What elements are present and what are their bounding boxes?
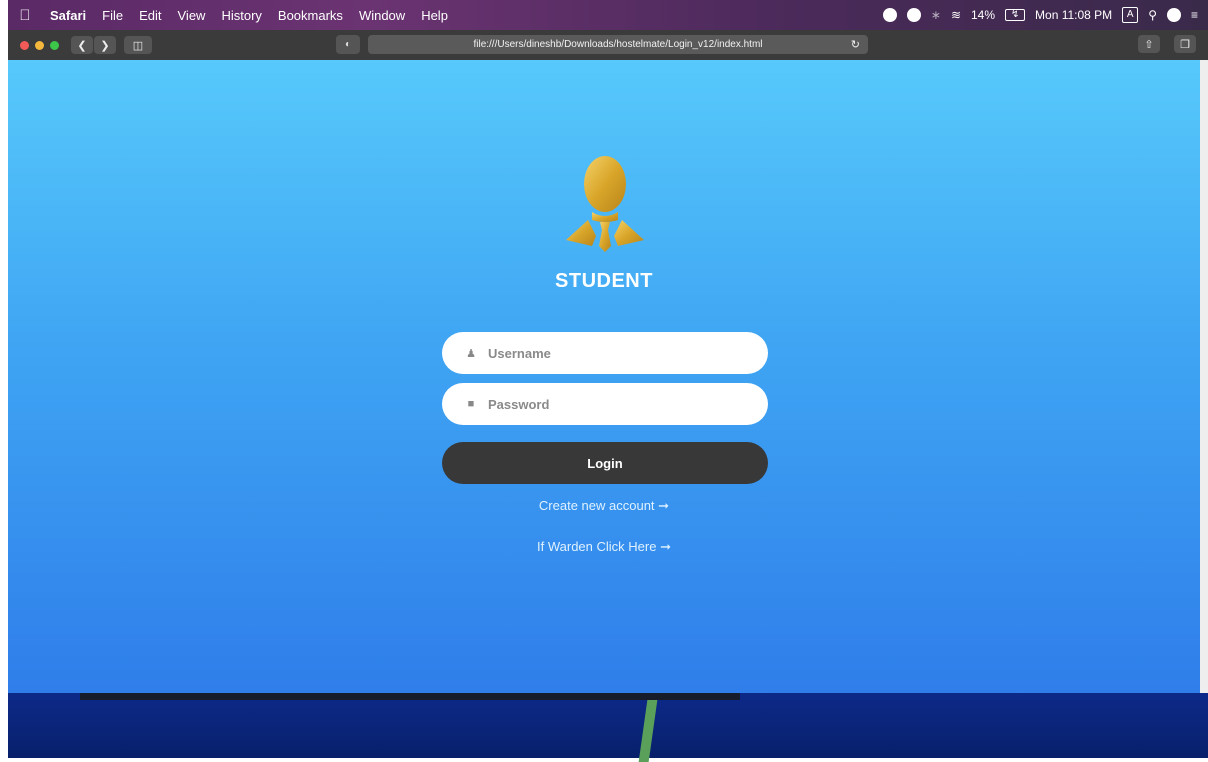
menubar-status-area: ∗ ≋ 14% ↯ Mon 11:08 PM A ⚲ ≡: [882, 7, 1208, 23]
vpn-icon[interactable]: [906, 8, 921, 22]
battery-icon[interactable]: ↯: [1005, 9, 1026, 21]
lock-icon: ■: [467, 398, 475, 410]
notification-center-icon[interactable]: ≡: [1191, 8, 1198, 22]
menu-help[interactable]: Help: [413, 8, 456, 23]
share-icon[interactable]: ⇧: [1138, 35, 1160, 53]
forward-button[interactable]: ❯: [94, 36, 116, 54]
spotlight-search-icon[interactable]: ⚲: [1148, 8, 1157, 22]
reload-icon[interactable]: ↻: [851, 38, 860, 51]
menu-view[interactable]: View: [170, 8, 214, 23]
toolbar-right-actions: ⇧ ❐: [1134, 35, 1196, 53]
battery-percent: 14%: [971, 8, 996, 22]
sidebar-toggle-icon[interactable]: ◫: [124, 36, 152, 54]
user-icon: ♟: [466, 347, 476, 360]
menu-bookmarks[interactable]: Bookmarks: [270, 8, 351, 23]
close-window-button[interactable]: [20, 40, 29, 50]
menu-file[interactable]: File: [94, 8, 131, 23]
wifi-icon[interactable]: ≋: [951, 8, 961, 22]
bluetooth-icon[interactable]: ∗: [931, 8, 941, 22]
creative-cloud-icon[interactable]: [882, 8, 897, 22]
tab-overview-icon[interactable]: ❐: [1174, 35, 1196, 53]
safari-toolbar: ❮ ❯ ◫ ◐ file:///Users/dineshb/Downloads/…: [8, 30, 1208, 60]
back-button[interactable]: ❮: [71, 36, 93, 54]
desktop-background: [8, 690, 1208, 758]
minimize-window-button[interactable]: [35, 40, 44, 50]
window-shadow: [80, 692, 740, 700]
menu-app-name[interactable]: Safari: [42, 8, 94, 23]
login-button[interactable]: Login: [442, 442, 768, 484]
macos-menubar:  Safari File Edit View History Bookmark…: [8, 0, 1208, 30]
menubar-clock[interactable]: Mon 11:08 PM: [1035, 8, 1112, 22]
apple-icon[interactable]: : [8, 7, 42, 24]
create-account-link[interactable]: Create new account ➞: [539, 498, 669, 513]
menu-window[interactable]: Window: [351, 8, 413, 23]
privacy-report-icon[interactable]: ◐: [336, 35, 360, 54]
input-source-icon[interactable]: A: [1122, 7, 1139, 23]
login-page: STUDENT ♟ ■ Login Create new account ➞ I…: [8, 60, 1200, 693]
fullscreen-window-button[interactable]: [50, 40, 59, 50]
menu-history[interactable]: History: [213, 8, 269, 23]
password-input[interactable]: [486, 395, 740, 413]
username-input[interactable]: [486, 344, 740, 362]
password-field[interactable]: ■: [442, 383, 768, 425]
student-avatar-icon: [566, 156, 644, 252]
warden-login-link[interactable]: If Warden Click Here ➞: [537, 539, 671, 554]
address-bar[interactable]: file:///Users/dineshb/Downloads/hostelma…: [368, 35, 868, 54]
address-url: file:///Users/dineshb/Downloads/hostelma…: [473, 39, 763, 50]
page-scrollbar[interactable]: [1200, 60, 1208, 693]
create-account-row: Create new account ➞: [8, 498, 1200, 514]
siri-icon[interactable]: [1166, 8, 1181, 22]
menu-edit[interactable]: Edit: [131, 8, 169, 23]
warden-row: If Warden Click Here ➞: [8, 539, 1200, 555]
username-field[interactable]: ♟: [442, 332, 768, 374]
page-title: STUDENT: [555, 270, 653, 292]
window-controls: [8, 40, 59, 50]
